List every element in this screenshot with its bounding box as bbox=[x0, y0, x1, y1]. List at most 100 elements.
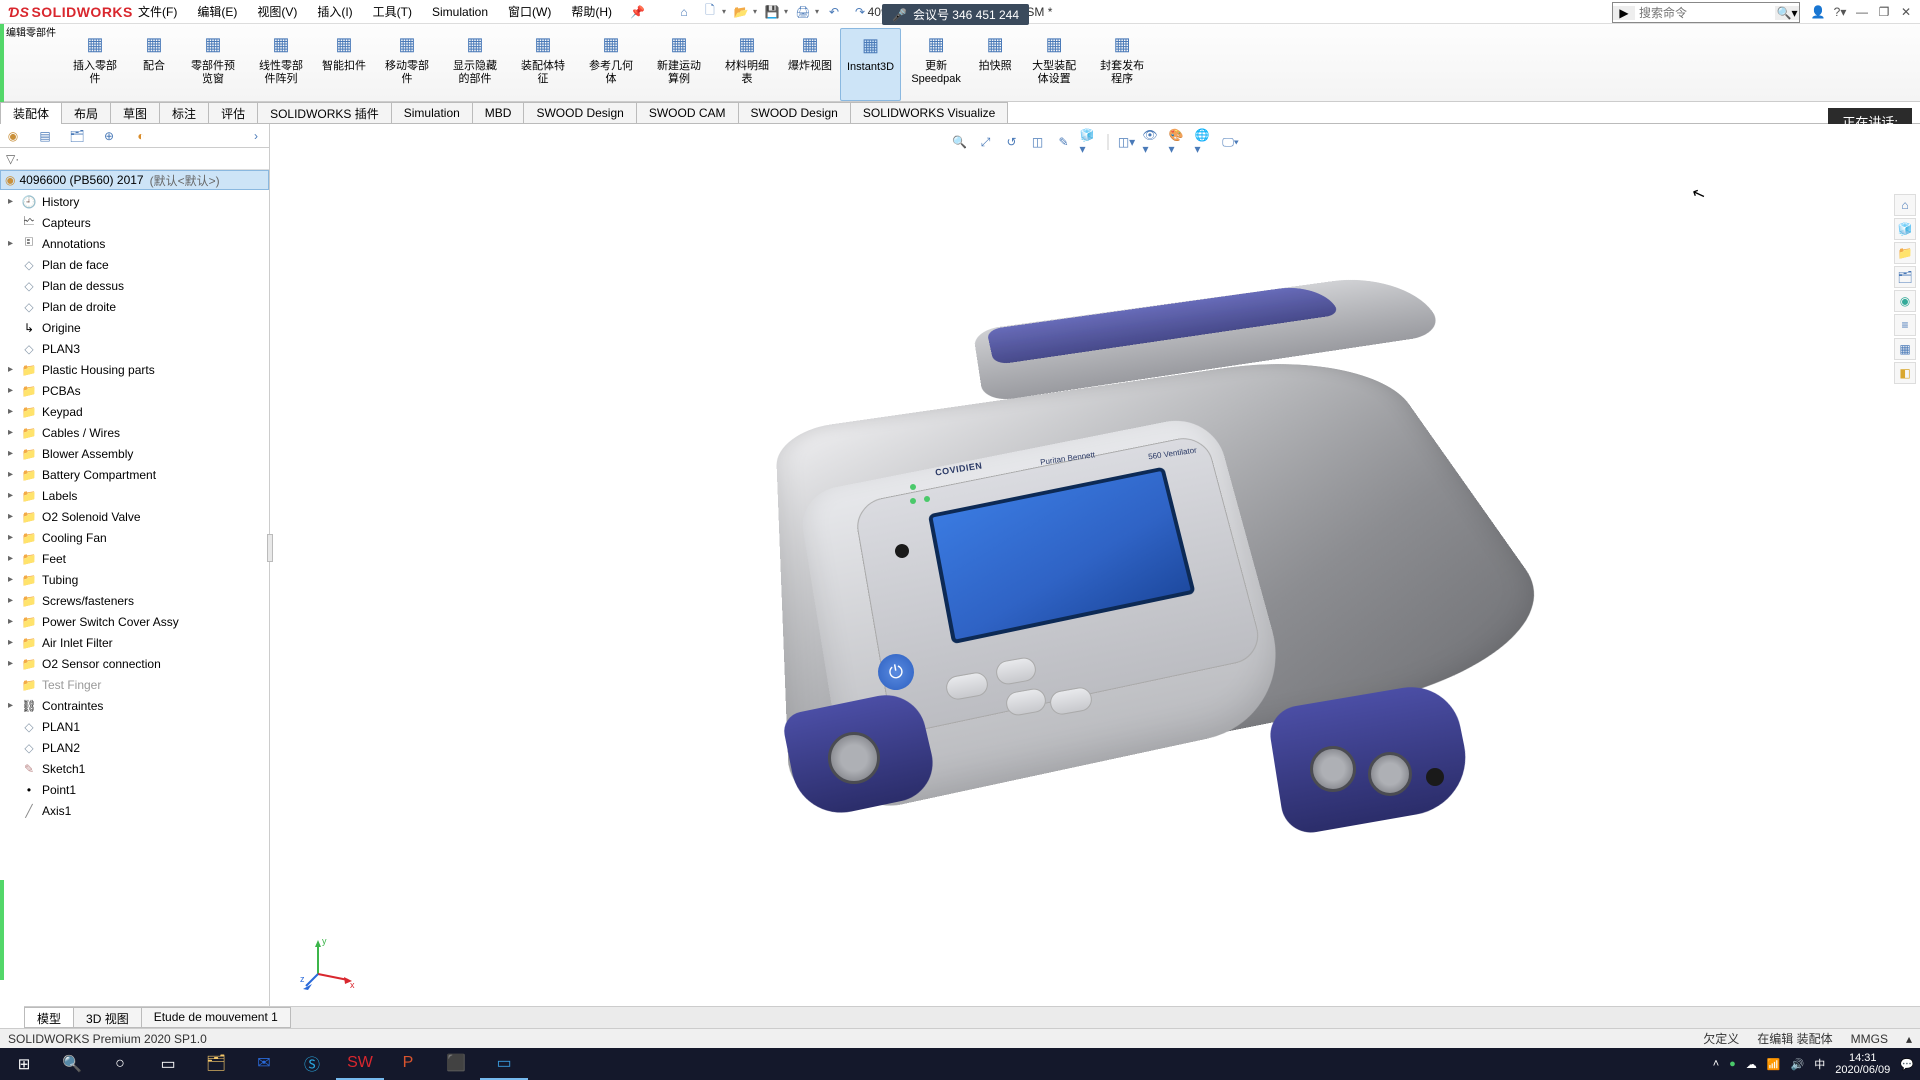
property-manager-icon[interactable]: ▤ bbox=[36, 127, 54, 145]
tree-item-plan1[interactable]: ◇PLAN1 bbox=[0, 716, 269, 737]
user-icon[interactable]: 👤 bbox=[1808, 2, 1828, 22]
solidworks-app-icon[interactable]: SW bbox=[336, 1048, 384, 1080]
tree-item-history[interactable]: ▸🕘History bbox=[0, 191, 269, 212]
ribbon-hidden-comp[interactable]: ▦显示隐藏的部件 bbox=[442, 28, 508, 101]
bottom-tab-etude-de-mouvement-1[interactable]: Etude de mouvement 1 bbox=[141, 1007, 291, 1028]
ribbon-large-asm[interactable]: ▦大型装配体设置 bbox=[1021, 28, 1087, 101]
ribbon-envelope[interactable]: ▦封套发布程序 bbox=[1089, 28, 1155, 101]
taskpane-view-icon[interactable]: ◉ bbox=[1894, 290, 1916, 312]
prev-view-icon[interactable]: ↺ bbox=[1002, 132, 1022, 152]
tab-solidworks-visualize[interactable]: SOLIDWORKS Visualize bbox=[850, 102, 1009, 123]
dimxpert-icon[interactable]: ⊕ bbox=[100, 127, 118, 145]
taskpane-library-icon[interactable]: 📁 bbox=[1894, 242, 1916, 264]
search-icon[interactable]: 🔍▾ bbox=[1775, 6, 1799, 20]
status-units[interactable]: MMGS bbox=[1851, 1032, 1888, 1046]
restore-icon[interactable]: ❐ bbox=[1874, 2, 1894, 22]
tab-草图[interactable]: 草图 bbox=[110, 102, 160, 123]
open-icon[interactable]: 📂 bbox=[730, 1, 752, 23]
ribbon-new-motion[interactable]: ▦新建运动算例 bbox=[646, 28, 712, 101]
tray-wifi-icon[interactable]: 📶 bbox=[1767, 1058, 1781, 1071]
panel-filter[interactable]: ▽· bbox=[0, 148, 269, 170]
view-triad[interactable]: y x z bbox=[300, 932, 360, 992]
meeting-overlay[interactable]: 🎤 会议号 346 451 244 bbox=[882, 4, 1029, 25]
tray-clock[interactable]: 14:31 2020/06/09 bbox=[1835, 1052, 1890, 1076]
bottom-tab-3d-视图[interactable]: 3D 视图 bbox=[73, 1007, 142, 1028]
panel-expand-icon[interactable]: › bbox=[247, 127, 265, 145]
display-style-icon[interactable]: ◫▾ bbox=[1117, 132, 1137, 152]
undo-icon[interactable]: ↶ bbox=[823, 1, 845, 23]
outlook-icon[interactable]: ✉ bbox=[240, 1048, 288, 1080]
tray-sync-icon[interactable]: ● bbox=[1729, 1058, 1736, 1070]
tree-item-power-switch-cover-assy[interactable]: ▸📁Power Switch Cover Assy bbox=[0, 611, 269, 632]
ribbon-exploded[interactable]: ▦爆炸视图 bbox=[782, 28, 838, 101]
ribbon-move-comp[interactable]: ▦移动零部件 bbox=[374, 28, 440, 101]
ribbon-smart-fastener[interactable]: ▦智能扣件 bbox=[316, 28, 372, 101]
tree-item-cables-wires[interactable]: ▸📁Cables / Wires bbox=[0, 422, 269, 443]
tree-item-plan-de-face[interactable]: ◇Plan de face bbox=[0, 254, 269, 275]
zoom-area-icon[interactable]: ⤢ bbox=[976, 132, 996, 152]
dyn-annot-icon[interactable]: ✎ bbox=[1054, 132, 1074, 152]
taskpane-resources-icon[interactable]: 🧊 bbox=[1894, 218, 1916, 240]
taskpane-forum-icon[interactable]: ◧ bbox=[1894, 362, 1916, 384]
tray-cloud-icon[interactable]: ☁ bbox=[1746, 1058, 1757, 1071]
menu-edit[interactable]: 编辑(E) bbox=[187, 0, 247, 24]
tree-item-blower-assembly[interactable]: ▸📁Blower Assembly bbox=[0, 443, 269, 464]
tray-chevron-icon[interactable]: ˄ bbox=[1713, 1058, 1719, 1070]
tree-item-keypad[interactable]: ▸📁Keypad bbox=[0, 401, 269, 422]
tree-item-contraintes[interactable]: ▸⛓Contraintes bbox=[0, 695, 269, 716]
tree-item-screws-fasteners[interactable]: ▸📁Screws/fasteners bbox=[0, 590, 269, 611]
menu-insert[interactable]: 插入(I) bbox=[307, 0, 362, 24]
tree-root[interactable]: ◉ 4096600 (PB560) 2017 (默认<默认>) bbox=[0, 170, 269, 190]
tree-item-tubing[interactable]: ▸📁Tubing bbox=[0, 569, 269, 590]
ribbon-bom[interactable]: ▦材料明细表 bbox=[714, 28, 780, 101]
skype-icon[interactable]: Ⓢ bbox=[288, 1048, 336, 1080]
taskpane-home-icon[interactable]: ⌂ bbox=[1894, 194, 1916, 216]
tree-item-pcbas[interactable]: ▸📁PCBAs bbox=[0, 380, 269, 401]
help-icon[interactable]: ?▾ bbox=[1830, 2, 1850, 22]
explorer-icon[interactable]: 🗂 bbox=[192, 1048, 240, 1080]
tree-item-point1[interactable]: •Point1 bbox=[0, 779, 269, 800]
menu-file[interactable]: 文件(F) bbox=[128, 0, 187, 24]
ribbon-insert-comp[interactable]: ▦插入零部件 bbox=[62, 28, 128, 101]
tray-volume-icon[interactable]: 🔊 bbox=[1791, 1058, 1805, 1071]
feature-tree[interactable]: ▸🕘History🗠Capteurs▸🗉Annotations◇Plan de … bbox=[0, 190, 269, 1006]
ribbon-snapshot[interactable]: ▦拍快照 bbox=[971, 28, 1019, 101]
tree-item-test-finger[interactable]: 📁Test Finger bbox=[0, 674, 269, 695]
display-manager-icon[interactable]: ◐ bbox=[132, 127, 150, 145]
menu-pin-icon[interactable]: 📌 bbox=[622, 5, 653, 19]
tab-评估[interactable]: 评估 bbox=[208, 102, 258, 123]
graphics-viewport[interactable]: 🔍 ⤢ ↺ ◫ ✎ 🧊▾ ◫▾ 👁▾ 🎨▾ 🌐▾ 🖵▾ ↖ COVIDIEN P… bbox=[270, 124, 1920, 1006]
tree-item-plan-de-dessus[interactable]: ◇Plan de dessus bbox=[0, 275, 269, 296]
search-box[interactable]: ▶ 🔍▾ bbox=[1612, 2, 1800, 23]
taskpane-appearance-icon[interactable]: ≡ bbox=[1894, 314, 1916, 336]
feature-tree-icon[interactable]: ◉ bbox=[4, 127, 22, 145]
section-view-icon[interactable]: ◫ bbox=[1028, 132, 1048, 152]
close-icon[interactable]: ✕ bbox=[1896, 2, 1916, 22]
tree-item-annotations[interactable]: ▸🗉Annotations bbox=[0, 233, 269, 254]
menu-tools[interactable]: 工具(T) bbox=[363, 0, 422, 24]
ribbon-asm-feature[interactable]: ▦装配体特征 bbox=[510, 28, 576, 101]
tree-item-battery-compartment[interactable]: ▸📁Battery Compartment bbox=[0, 464, 269, 485]
tray-notifications-icon[interactable]: 💬 bbox=[1900, 1058, 1914, 1071]
tab-mbd[interactable]: MBD bbox=[472, 102, 525, 123]
print-icon[interactable]: 🖨 bbox=[792, 1, 814, 23]
powerpoint-icon[interactable]: P bbox=[384, 1048, 432, 1080]
new-icon[interactable]: 🗋 bbox=[699, 1, 721, 23]
tree-item-plan-de-droite[interactable]: ◇Plan de droite bbox=[0, 296, 269, 317]
meeting-app-icon[interactable]: ▭ bbox=[480, 1048, 528, 1080]
home-icon[interactable]: ⌂ bbox=[673, 1, 695, 23]
hide-show-icon[interactable]: 👁▾ bbox=[1143, 132, 1163, 152]
tree-item-sketch1[interactable]: ✎Sketch1 bbox=[0, 758, 269, 779]
tab-装配体[interactable]: 装配体 bbox=[0, 102, 62, 123]
scene-icon[interactable]: 🌐▾ bbox=[1195, 132, 1215, 152]
tab-swood-design[interactable]: SWOOD Design bbox=[738, 102, 851, 123]
view-settings-icon[interactable]: 🖵▾ bbox=[1221, 132, 1241, 152]
zoom-fit-icon[interactable]: 🔍 bbox=[950, 132, 970, 152]
panel-splitter[interactable] bbox=[267, 534, 273, 562]
taskpane-explorer-icon[interactable]: 🗂 bbox=[1894, 266, 1916, 288]
ribbon-mate[interactable]: ▦配合 bbox=[130, 28, 178, 101]
ribbon-instant3d[interactable]: ▦Instant3D bbox=[840, 28, 901, 101]
menu-window[interactable]: 窗口(W) bbox=[498, 0, 561, 24]
tree-item-labels[interactable]: ▸📁Labels bbox=[0, 485, 269, 506]
tree-item-o2-sensor-connection[interactable]: ▸📁O2 Sensor connection bbox=[0, 653, 269, 674]
